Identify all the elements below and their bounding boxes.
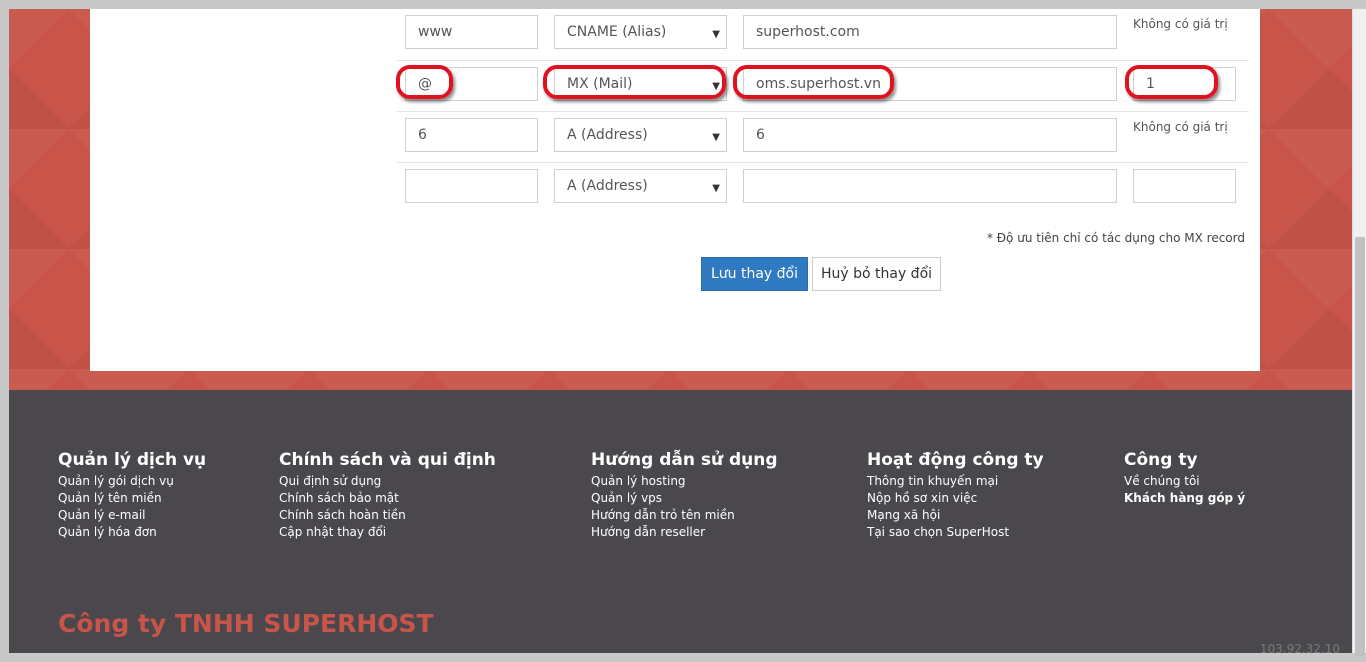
footer-link[interactable]: Về chúng tôi [1124,473,1245,490]
host-input[interactable]: www [405,15,538,49]
caret-down-icon: ▼ [712,183,720,194]
footer-column-title: Quản lý dịch vụ [58,450,207,470]
scrollbar-thumb[interactable] [1355,237,1365,657]
footer-link[interactable]: Quản lý tên miền [58,490,206,507]
dns-record-row: 6 A (Address) ▼ 6 Không có giá trị [397,111,1249,162]
record-type-value: CNAME (Alias) [567,24,667,40]
footer-link[interactable]: Tại sao chọn SuperHost [867,524,1044,541]
no-value-label: Không có giá trị [1133,17,1228,31]
caret-down-icon: ▼ [712,29,720,40]
footer-column-title: Hoạt động công ty [867,450,1044,470]
footer-link[interactable]: Nộp hồ sơ xin việc [867,490,1044,507]
footer-link[interactable]: Quản lý hóa đơn [58,524,206,541]
footer-column-activities: Hoạt động công ty Thông tin khuyến mại N… [867,450,1044,541]
footer-column-title: Công ty [1124,450,1198,470]
footer-column-company: Công ty Về chúng tôi Khách hàng góp ý [1124,450,1245,507]
value-input[interactable]: superhost.com [743,15,1117,49]
record-type-select[interactable]: CNAME (Alias) ▼ [554,15,727,49]
footer-link[interactable]: Quản lý hosting [591,473,778,490]
value-input[interactable]: oms.superhost.vn [743,67,1117,101]
host-input[interactable]: 6 [405,118,538,152]
vertical-scrollbar[interactable] [1352,9,1366,657]
company-name: Công ty TNHH SUPERHOST [58,609,434,638]
host-input[interactable]: @ [405,67,538,101]
priority-input[interactable]: 1 [1133,67,1236,101]
record-type-select[interactable]: MX (Mail) ▼ [554,67,727,101]
footer-link[interactable]: Thông tin khuyến mại [867,473,1044,490]
value-input[interactable] [743,169,1117,203]
footer-link[interactable]: Hướng dẫn trỏ tên miền [591,507,778,524]
footer-column-guides: Hướng dẫn sử dụng Quản lý hosting Quản l… [591,450,778,541]
value-input[interactable]: 6 [743,118,1117,152]
dns-record-row: @ MX (Mail) ▼ oms.superhost.vn 1 [396,60,1249,111]
footer-column-policies: Chính sách và qui định Qui định sử dụng … [279,450,496,541]
no-value-label: Không có giá trị [1133,120,1228,134]
footer-link[interactable]: Cập nhật thay đổi [279,524,496,541]
footer-column-title: Chính sách và qui định [279,450,496,470]
host-input[interactable] [405,169,538,203]
footer-link[interactable]: Quản lý vps [591,490,778,507]
site-footer: Quản lý dịch vụ Quản lý gói dịch vụ Quản… [9,390,1352,653]
page-frame: www CNAME (Alias) ▼ superhost.com Không … [9,9,1352,653]
footer-link[interactable]: Chính sách hoàn tiền [279,507,496,524]
dns-records-card: www CNAME (Alias) ▼ superhost.com Không … [90,9,1260,371]
footer-link[interactable]: Khách hàng góp ý [1124,490,1245,507]
record-type-value: MX (Mail) [567,76,633,92]
footer-link[interactable]: Qui định sử dụng [279,473,496,490]
footer-link[interactable]: Hướng dẫn reseller [591,524,778,541]
caret-down-icon: ▼ [712,81,720,92]
footer-column-title: Hướng dẫn sử dụng [591,450,778,470]
dns-record-row: www CNAME (Alias) ▼ superhost.com Không … [397,9,1249,60]
footer-column-services: Quản lý dịch vụ Quản lý gói dịch vụ Quản… [58,450,206,541]
priority-input[interactable] [1133,169,1236,203]
mx-priority-note: * Độ ưu tiên chỉ có tác dụng cho MX reco… [986,231,1245,245]
footer-link[interactable]: Chính sách bảo mật [279,490,496,507]
footer-link[interactable]: Quản lý e-mail [58,507,206,524]
footer-link[interactable]: Mạng xã hội [867,507,1044,524]
record-type-select[interactable]: A (Address) ▼ [554,169,727,203]
footer-link[interactable]: Quản lý gói dịch vụ [58,473,206,490]
record-type-select[interactable]: A (Address) ▼ [554,118,727,152]
ip-stamp: 103.92.32.10 [1259,642,1340,653]
caret-down-icon: ▼ [712,132,720,143]
record-type-value: A (Address) [567,178,648,194]
cancel-changes-button[interactable]: Huỷ bỏ thay đổi [812,257,941,291]
save-changes-button[interactable]: Lưu thay đổi [701,257,808,291]
dns-record-row: A (Address) ▼ [397,162,1249,213]
record-type-value: A (Address) [567,127,648,143]
